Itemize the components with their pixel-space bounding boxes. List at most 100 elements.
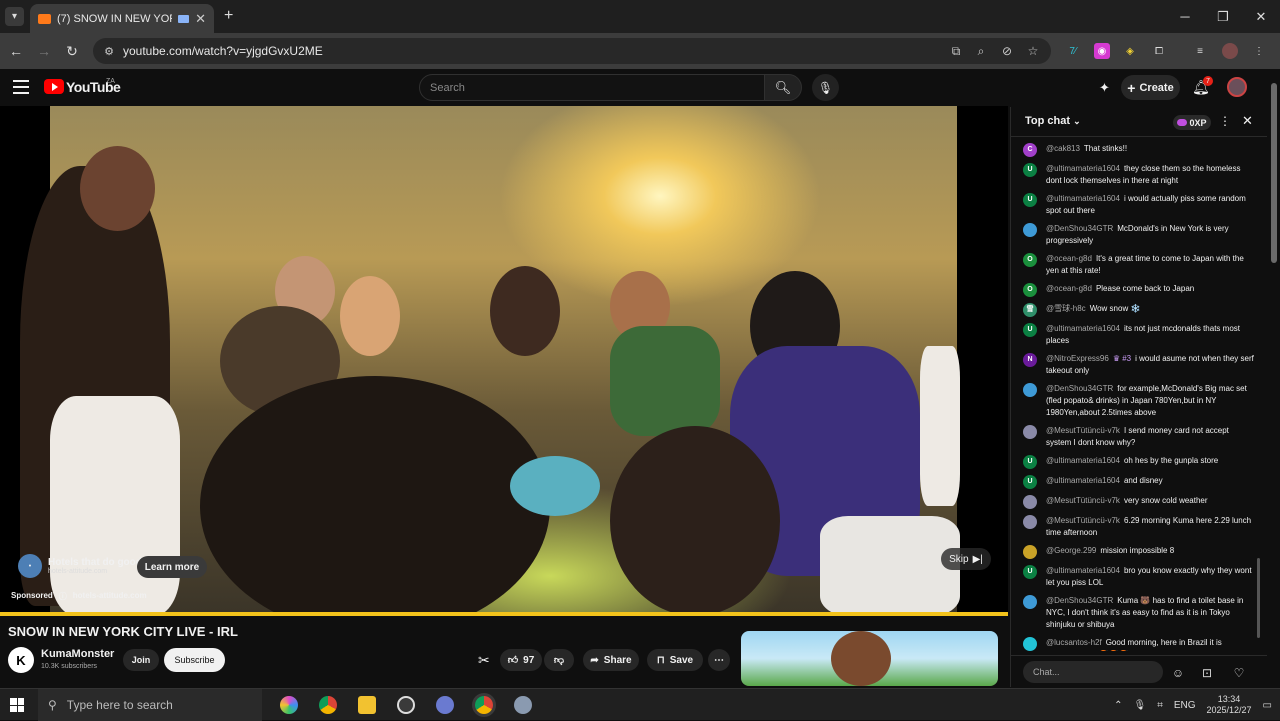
voice-search-button[interactable]: 🎙︎ — [812, 74, 839, 101]
media-control-icon[interactable]: ≡ — [1192, 43, 1208, 59]
page-scrollbar-thumb[interactable] — [1271, 83, 1277, 263]
obs-icon[interactable] — [397, 696, 415, 714]
sponsored-domain[interactable]: hotels-attitude.com — [73, 591, 147, 602]
chat-author-avatar[interactable] — [1023, 595, 1037, 609]
chat-message[interactable]: U @ultimamateria1604 bro you know exactly … — [1023, 565, 1255, 589]
video-player[interactable]: • Hotels that do good hotels-attitude.co… — [0, 106, 1008, 616]
chat-author-avatar[interactable]: C — [1023, 143, 1037, 157]
chat-author-avatar[interactable] — [1023, 383, 1037, 397]
chat-author-name[interactable]: @ocean-g8d — [1046, 284, 1092, 293]
chat-author-avatar[interactable] — [1023, 495, 1037, 509]
back-icon[interactable]: ← — [6, 41, 26, 61]
chat-author-name[interactable]: @George.299 — [1046, 546, 1096, 555]
search-input[interactable] — [430, 79, 750, 97]
chat-author-name[interactable]: @DenShou34GTR — [1046, 384, 1113, 393]
new-tab-button[interactable]: + — [224, 7, 233, 25]
heart-icon[interactable]: ♡ — [1231, 665, 1247, 681]
chat-points-badge[interactable]: 0XP — [1173, 115, 1211, 130]
bookmark-star-icon[interactable]: ☆ — [1025, 43, 1041, 59]
yt-extension-icon[interactable]: ✦ — [1099, 80, 1110, 96]
chat-message[interactable]: @MesutTütüncü-v7k 6.29 morning Kuma here … — [1023, 515, 1255, 539]
extensions-puzzle-icon[interactable]: ⧠ — [1151, 43, 1167, 59]
chrome-active-icon[interactable] — [475, 696, 493, 714]
chat-author-avatar[interactable]: O — [1023, 283, 1037, 297]
chat-author-avatar[interactable]: U — [1023, 163, 1037, 177]
chat-author-avatar[interactable]: U — [1023, 455, 1037, 469]
chat-menu-icon[interactable]: ⋮ — [1219, 114, 1231, 128]
info-icon[interactable]: ⓘ — [59, 591, 67, 602]
chat-author-name[interactable]: @ultimamateria1604 — [1046, 324, 1120, 333]
chat-message[interactable]: @George.299 mission impossible 8 — [1023, 545, 1255, 559]
close-chat-icon[interactable]: ✕ — [1242, 113, 1253, 129]
taskbar-search[interactable]: ⚲ Type here to search — [38, 689, 262, 721]
chat-author-name[interactable]: @ultimamateria1604 — [1046, 164, 1120, 173]
app-7-icon[interactable] — [514, 696, 532, 714]
chat-author-name[interactable]: @ocean-g8d — [1046, 254, 1092, 263]
channel-avatar[interactable]: K — [8, 647, 34, 673]
share-button[interactable]: ➦ Share — [583, 649, 639, 671]
profile-avatar-icon[interactable] — [1222, 43, 1238, 59]
microphone-tray-icon[interactable]: 🎙︎ — [1133, 700, 1146, 711]
install-app-icon[interactable]: ⧉ — [948, 43, 964, 59]
chat-message[interactable]: @MesutTütüncü-v7k very snow cold weather — [1023, 495, 1255, 509]
chat-author-name[interactable]: @cak813 — [1046, 144, 1080, 153]
chat-author-name[interactable]: @MesutTütüncü-v7k — [1046, 516, 1120, 525]
chat-author-avatar[interactable] — [1023, 223, 1037, 237]
chat-message[interactable]: U @ultimamateria1604 and disney — [1023, 475, 1255, 489]
chat-message[interactable]: @DenShou34GTR for example,McDonald's Big … — [1023, 383, 1255, 419]
clip-icon[interactable]: ✂︎ — [478, 652, 490, 669]
extension-1-icon[interactable]: 7⁄ — [1065, 43, 1081, 59]
chat-message[interactable]: U @ultimamateria1604 i would actually piss… — [1023, 193, 1255, 217]
chat-message[interactable]: U @ultimamateria1604 its not just mcdonald… — [1023, 323, 1255, 347]
chat-author-name[interactable]: @NitroExpress96 — [1046, 354, 1109, 363]
more-actions-button[interactable]: ⋯ — [708, 649, 730, 671]
notification-center-icon[interactable]: ▭ — [1263, 700, 1272, 711]
file-explorer-icon[interactable] — [358, 696, 376, 714]
chat-message[interactable]: @lucsantos-h2f Good morning, here in Braz… — [1023, 637, 1255, 651]
chat-scrollbar[interactable] — [1256, 143, 1262, 643]
chat-author-avatar[interactable] — [1023, 637, 1037, 651]
chat-scrollbar-thumb[interactable] — [1257, 558, 1260, 638]
chat-author-name[interactable]: @ultimamateria1604 — [1046, 194, 1120, 203]
address-bar[interactable]: ⚙ youtube.com/watch?v=yjgdGvxU2ME ⧉ ⌕ ⊘ … — [93, 38, 1051, 64]
like-button[interactable]: 👍︎ 97 — [500, 649, 542, 671]
extension-2-icon[interactable]: ◉ — [1094, 43, 1110, 59]
chat-author-avatar[interactable]: U — [1023, 193, 1037, 207]
tab-close-icon[interactable]: ✕ — [195, 11, 206, 27]
chat-author-name[interactable]: @DenShou34GTR — [1046, 224, 1113, 233]
youtube-logo-icon[interactable] — [44, 79, 64, 94]
chat-message[interactable]: U @ultimamateria1604 they close them so th… — [1023, 163, 1255, 187]
site-info-icon[interactable]: ⚙ — [101, 43, 117, 59]
chat-message[interactable]: @MesutTütüncü-v7k I send money card not a… — [1023, 425, 1255, 449]
zoom-icon[interactable]: ⌕ — [973, 43, 989, 59]
ad-progress-bar[interactable] — [0, 612, 1008, 616]
chat-message[interactable]: @DenShou34GTR McDonald's in New York is v… — [1023, 223, 1255, 247]
chat-author-name[interactable]: @ultimamateria1604 — [1046, 476, 1120, 485]
page-scrollbar[interactable] — [1268, 69, 1280, 688]
chat-message[interactable]: C @cak813 That stinks!! — [1023, 143, 1255, 157]
chat-message[interactable]: 雪 @雪球-h8c Wow snow ❄️ — [1023, 303, 1255, 317]
chrome-icon[interactable] — [319, 696, 337, 714]
gift-icon[interactable]: ⊡ — [1199, 665, 1215, 681]
chat-author-name[interactable]: @MesutTütüncü-v7k — [1046, 426, 1120, 435]
tracking-blocked-icon[interactable]: ⊘ — [999, 43, 1015, 59]
search-button[interactable]: 🔍︎ — [764, 74, 802, 101]
app-5-icon[interactable] — [436, 696, 454, 714]
create-button[interactable]: + Create — [1121, 75, 1180, 100]
chat-author-avatar[interactable] — [1023, 425, 1037, 439]
close-window-icon[interactable]: ✕ — [1242, 0, 1280, 33]
language-indicator[interactable]: ENG — [1174, 700, 1196, 711]
chat-author-avatar[interactable]: O — [1023, 253, 1037, 267]
learn-more-button[interactable]: Learn more — [137, 556, 207, 578]
join-button[interactable]: Join — [123, 649, 159, 671]
skip-ad-button[interactable]: Skip ▶| — [941, 548, 991, 570]
copilot-icon[interactable] — [280, 696, 298, 714]
extension-3-icon[interactable]: ◈ — [1122, 43, 1138, 59]
windows-start-icon[interactable] — [10, 698, 24, 712]
chat-author-name[interactable]: @lucsantos-h2f — [1046, 638, 1102, 647]
chat-mode-dropdown[interactable]: Top chat ⌄ — [1025, 115, 1081, 127]
chat-message[interactable]: O @ocean-g8d Please come back to Japan — [1023, 283, 1255, 297]
browser-tab[interactable]: (7) SNOW IN NEW YORK CI ✕ — [30, 4, 214, 33]
chat-input[interactable] — [1023, 661, 1163, 683]
tray-overflow-icon[interactable]: ⌃ — [1114, 700, 1122, 711]
